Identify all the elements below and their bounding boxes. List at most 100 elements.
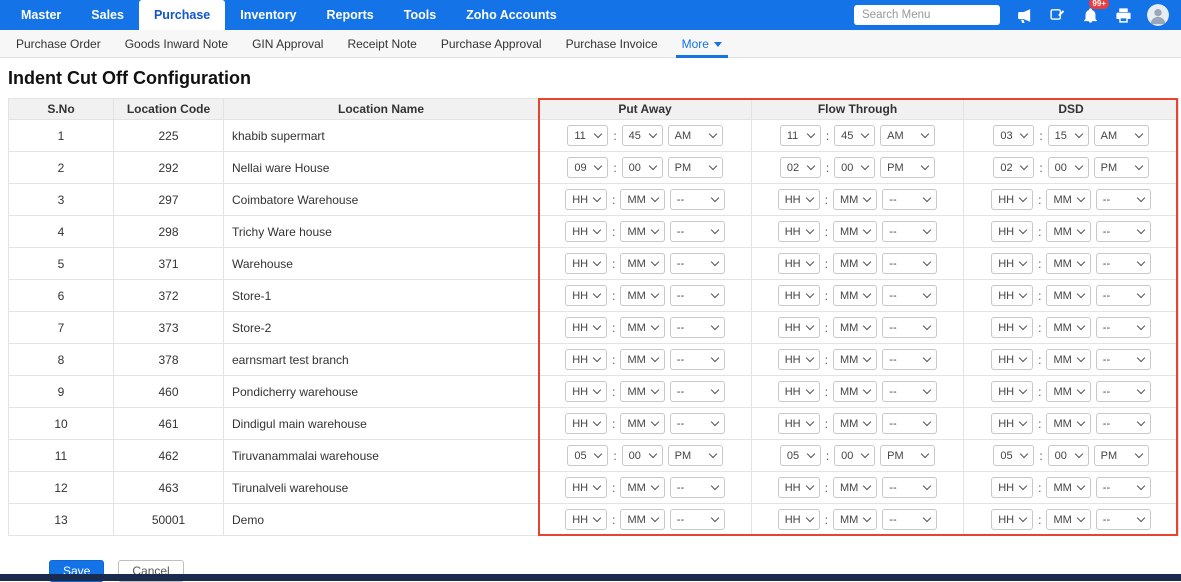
minute-select[interactable]: MM [833, 285, 877, 306]
hour-select[interactable]: HH [991, 349, 1033, 370]
minute-select[interactable]: MM [620, 285, 664, 306]
minute-select[interactable]: 45 [622, 125, 663, 146]
hour-select[interactable]: 11 [567, 125, 608, 146]
hour-select[interactable]: HH [778, 189, 820, 210]
hour-select[interactable]: 09 [567, 157, 608, 178]
minute-select[interactable]: MM [1046, 381, 1090, 402]
meridiem-select[interactable]: -- [1096, 477, 1151, 498]
hour-select[interactable]: HH [565, 189, 607, 210]
hour-select[interactable]: HH [565, 509, 607, 530]
minute-select[interactable]: 00 [622, 157, 663, 178]
meridiem-select[interactable]: -- [1096, 349, 1151, 370]
minute-select[interactable]: MM [1046, 317, 1090, 338]
minute-select[interactable]: MM [620, 381, 664, 402]
minute-select[interactable]: 45 [834, 125, 875, 146]
meridiem-select[interactable]: -- [882, 253, 937, 274]
hour-select[interactable]: HH [565, 221, 607, 242]
hour-select[interactable]: HH [991, 317, 1033, 338]
hour-select[interactable]: HH [565, 413, 607, 434]
minute-select[interactable]: 00 [834, 157, 875, 178]
minute-select[interactable]: MM [1046, 189, 1090, 210]
hour-select[interactable]: 05 [993, 445, 1034, 466]
meridiem-select[interactable]: PM [668, 157, 723, 178]
meridiem-select[interactable]: -- [1096, 381, 1151, 402]
minute-select[interactable]: MM [1046, 221, 1090, 242]
hour-select[interactable]: HH [778, 509, 820, 530]
minute-select[interactable]: MM [620, 189, 664, 210]
hour-select[interactable]: 02 [993, 157, 1034, 178]
meridiem-select[interactable]: -- [1096, 285, 1151, 306]
minute-select[interactable]: MM [620, 477, 664, 498]
minute-select[interactable]: 00 [834, 445, 875, 466]
hour-select[interactable]: HH [778, 253, 820, 274]
meridiem-select[interactable]: -- [670, 221, 725, 242]
subnav-item-more[interactable]: More [670, 30, 734, 57]
meridiem-select[interactable]: -- [670, 189, 725, 210]
minute-select[interactable]: MM [833, 189, 877, 210]
nav-item-zoho-accounts[interactable]: Zoho Accounts [451, 0, 572, 30]
meridiem-select[interactable]: AM [668, 125, 723, 146]
meridiem-select[interactable]: -- [882, 317, 937, 338]
minute-select[interactable]: 00 [622, 445, 663, 466]
hour-select[interactable]: HH [991, 189, 1033, 210]
minute-select[interactable]: MM [1046, 477, 1090, 498]
minute-select[interactable]: MM [833, 413, 877, 434]
meridiem-select[interactable]: -- [670, 253, 725, 274]
minute-select[interactable]: MM [833, 349, 877, 370]
nav-item-reports[interactable]: Reports [312, 0, 389, 30]
meridiem-select[interactable]: -- [670, 509, 725, 530]
hour-select[interactable]: HH [565, 253, 607, 274]
hour-select[interactable]: HH [565, 381, 607, 402]
printer-icon[interactable] [1114, 6, 1132, 24]
minute-select[interactable]: MM [833, 253, 877, 274]
minute-select[interactable]: 00 [1048, 445, 1089, 466]
meridiem-select[interactable]: PM [880, 157, 935, 178]
minute-select[interactable]: MM [833, 509, 877, 530]
meridiem-select[interactable]: -- [1096, 413, 1151, 434]
meridiem-select[interactable]: -- [1096, 317, 1151, 338]
hour-select[interactable]: HH [991, 477, 1033, 498]
meridiem-select[interactable]: -- [1096, 221, 1151, 242]
meridiem-select[interactable]: -- [882, 285, 937, 306]
meridiem-select[interactable]: PM [1094, 157, 1149, 178]
minute-select[interactable]: MM [833, 317, 877, 338]
hour-select[interactable]: HH [778, 413, 820, 434]
meridiem-select[interactable]: -- [670, 349, 725, 370]
minute-select[interactable]: MM [1046, 509, 1090, 530]
hour-select[interactable]: HH [991, 509, 1033, 530]
minute-select[interactable]: 15 [1048, 125, 1089, 146]
feedback-icon[interactable] [1048, 6, 1066, 24]
subnav-item-purchase-approval[interactable]: Purchase Approval [429, 30, 554, 57]
meridiem-select[interactable]: -- [882, 349, 937, 370]
minute-select[interactable]: MM [620, 349, 664, 370]
meridiem-select[interactable]: -- [1096, 509, 1151, 530]
hour-select[interactable]: HH [565, 349, 607, 370]
meridiem-select[interactable]: -- [882, 477, 937, 498]
hour-select[interactable]: HH [991, 221, 1033, 242]
meridiem-select[interactable]: AM [1094, 125, 1149, 146]
hour-select[interactable]: HH [991, 381, 1033, 402]
meridiem-select[interactable]: -- [882, 221, 937, 242]
meridiem-select[interactable]: -- [670, 381, 725, 402]
minute-select[interactable]: MM [833, 221, 877, 242]
minute-select[interactable]: MM [1046, 349, 1090, 370]
search-input[interactable] [854, 5, 1000, 25]
minute-select[interactable]: 00 [1048, 157, 1089, 178]
meridiem-select[interactable]: -- [670, 477, 725, 498]
nav-item-sales[interactable]: Sales [76, 0, 139, 30]
nav-item-purchase[interactable]: Purchase [139, 0, 225, 30]
minute-select[interactable]: MM [620, 221, 664, 242]
hour-select[interactable]: HH [778, 381, 820, 402]
nav-item-inventory[interactable]: Inventory [225, 0, 311, 30]
meridiem-select[interactable]: -- [882, 189, 937, 210]
hour-select[interactable]: HH [565, 477, 607, 498]
announcement-icon[interactable] [1015, 6, 1033, 24]
subnav-item-purchase-order[interactable]: Purchase Order [4, 30, 113, 57]
subnav-item-goods-inward-note[interactable]: Goods Inward Note [113, 30, 240, 57]
subnav-item-gin-approval[interactable]: GIN Approval [240, 30, 335, 57]
hour-select[interactable]: HH [778, 285, 820, 306]
user-avatar[interactable] [1147, 4, 1169, 26]
nav-item-tools[interactable]: Tools [389, 0, 451, 30]
minute-select[interactable]: MM [1046, 253, 1090, 274]
minute-select[interactable]: MM [620, 253, 664, 274]
